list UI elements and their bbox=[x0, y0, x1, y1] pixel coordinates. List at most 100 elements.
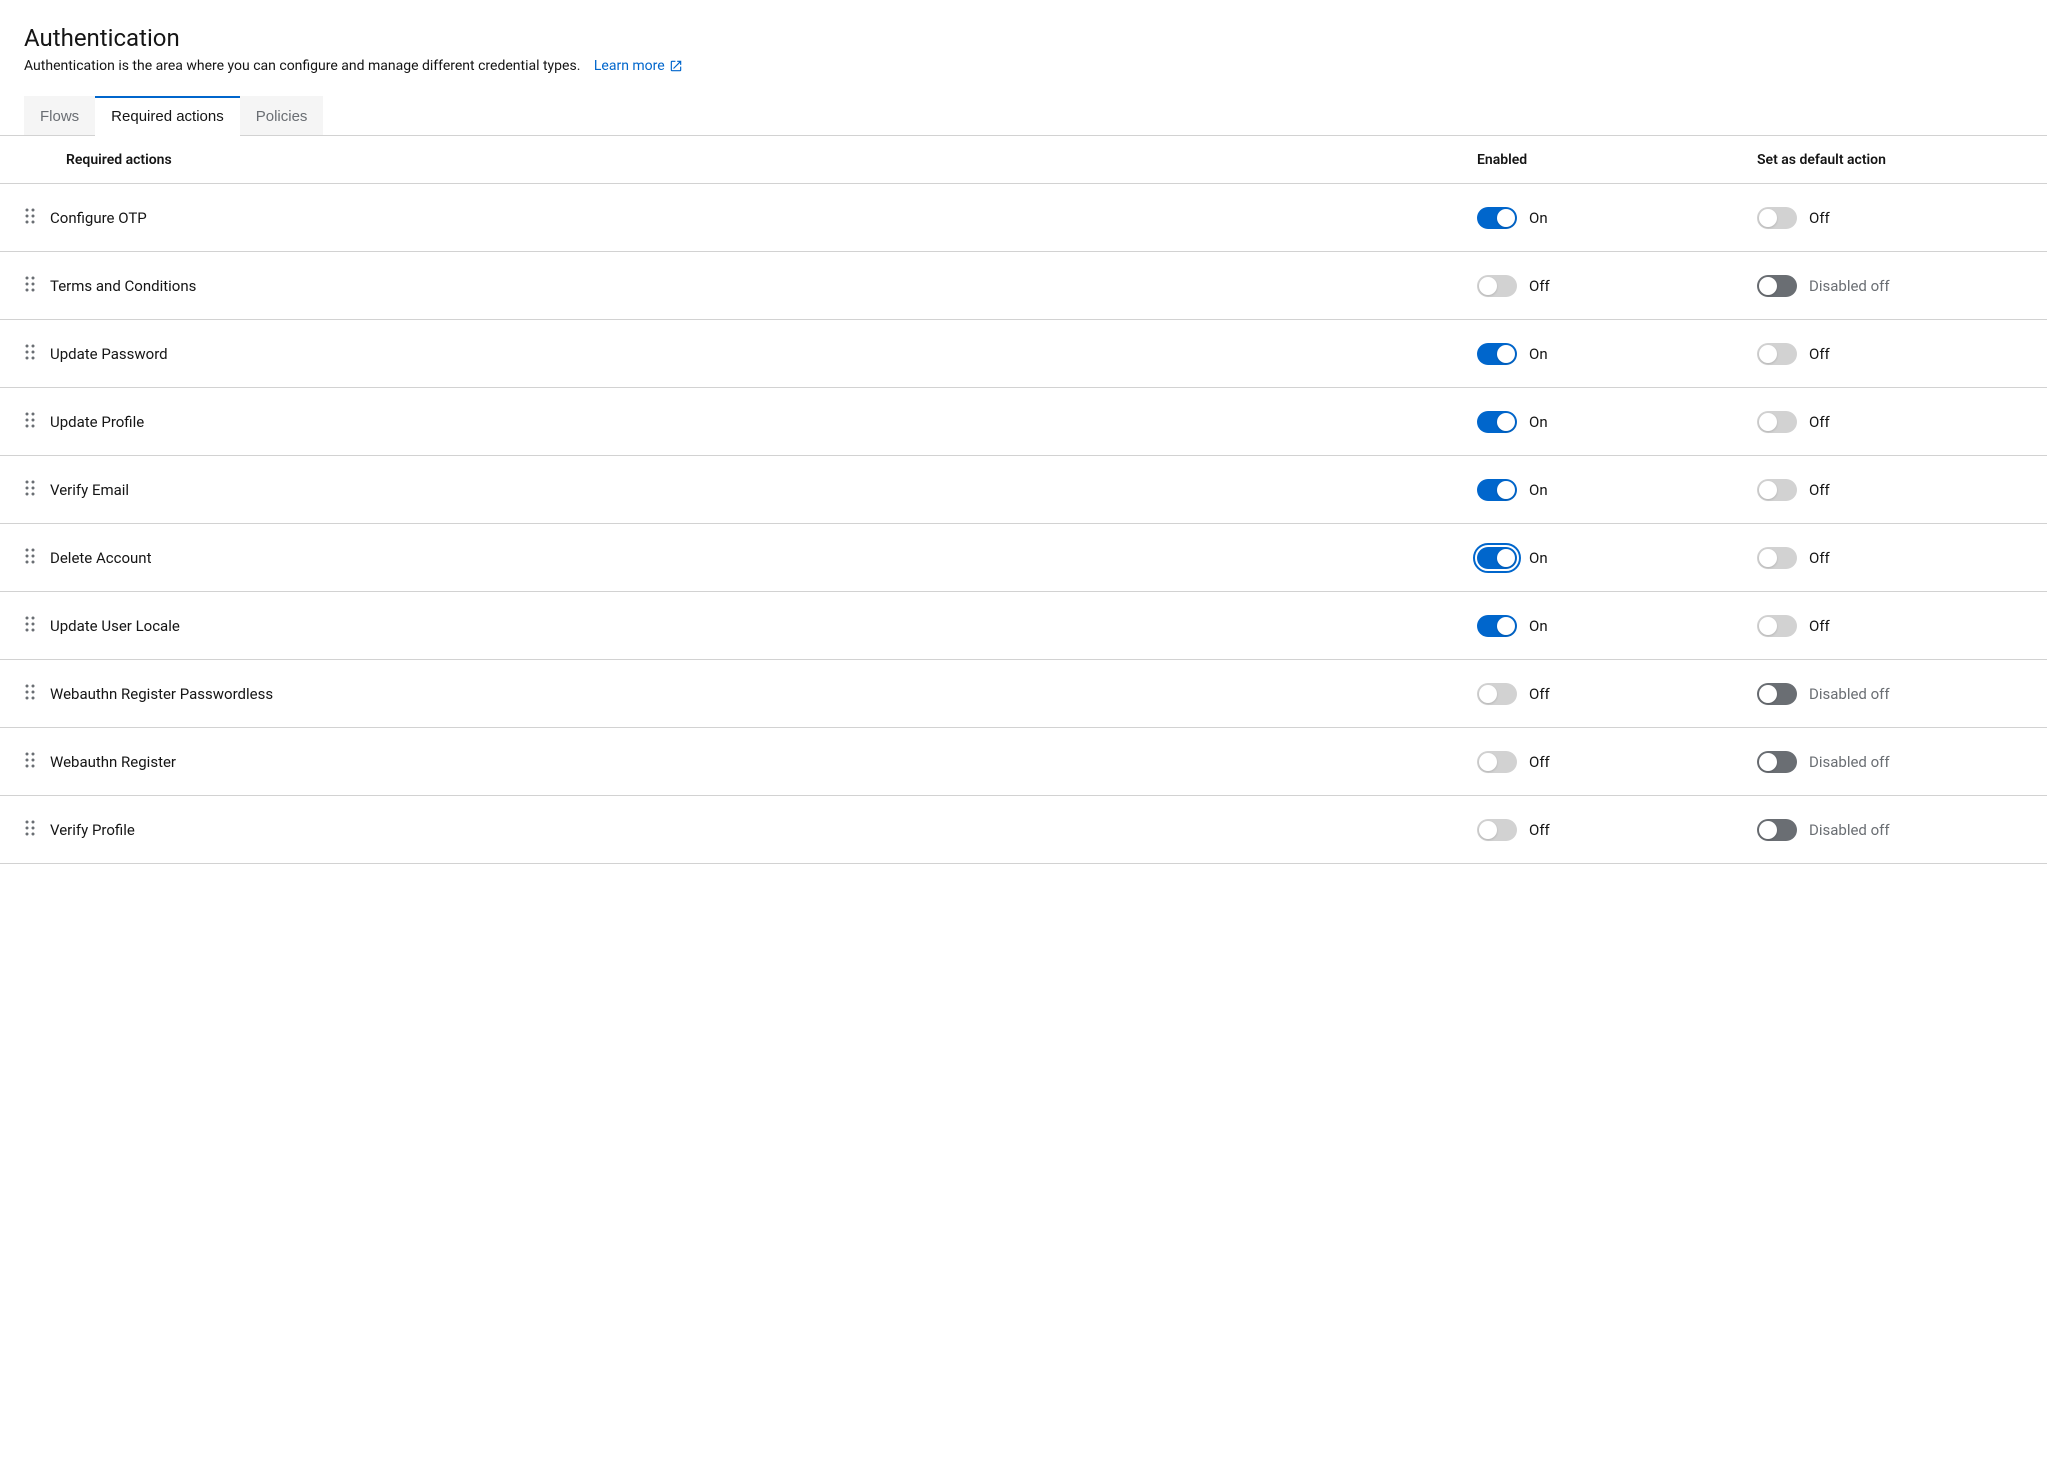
toggle-enabled[interactable] bbox=[1477, 751, 1517, 773]
switch-cell-default: Off bbox=[1757, 615, 2037, 637]
row-name: Delete Account bbox=[50, 549, 1477, 567]
switch-cell-default: Off bbox=[1757, 547, 2037, 569]
switch-cell-enabled: On bbox=[1477, 615, 1757, 637]
drag-handle-icon[interactable] bbox=[0, 548, 50, 568]
toggle-label-enabled: On bbox=[1529, 481, 1548, 499]
toggle-default[interactable] bbox=[1757, 683, 1797, 705]
table-row: Delete Account On Off bbox=[0, 524, 2047, 592]
tab-required-actions[interactable]: Required actions bbox=[95, 96, 240, 135]
row-name: Verify Profile bbox=[50, 821, 1477, 839]
toggle-knob bbox=[1497, 481, 1515, 499]
switch-cell-default: Off bbox=[1757, 479, 2037, 501]
row-name: Update Password bbox=[50, 345, 1477, 363]
row-name: Configure OTP bbox=[50, 209, 1477, 227]
toggle-label-enabled: Off bbox=[1529, 685, 1550, 703]
toggle-label-default: Off bbox=[1809, 481, 1830, 499]
switch-cell-default: Disabled off bbox=[1757, 275, 2037, 297]
switch-cell-enabled: Off bbox=[1477, 275, 1757, 297]
external-link-icon bbox=[669, 59, 683, 73]
toggle-label-enabled: On bbox=[1529, 549, 1548, 567]
toggle-label-enabled: Off bbox=[1529, 753, 1550, 771]
toggle-default[interactable] bbox=[1757, 751, 1797, 773]
drag-handle-icon[interactable] bbox=[0, 412, 50, 432]
toggle-knob bbox=[1759, 209, 1777, 227]
drag-handle-icon[interactable] bbox=[0, 276, 50, 296]
page-title: Authentication bbox=[24, 24, 2023, 52]
toggle-default[interactable] bbox=[1757, 207, 1797, 229]
toggle-default[interactable] bbox=[1757, 275, 1797, 297]
drag-handle-icon[interactable] bbox=[0, 684, 50, 704]
drag-handle-icon[interactable] bbox=[0, 208, 50, 228]
column-header-default: Set as default action bbox=[1757, 152, 2037, 168]
toggle-enabled[interactable] bbox=[1477, 207, 1517, 229]
toggle-enabled[interactable] bbox=[1477, 411, 1517, 433]
toggle-default[interactable] bbox=[1757, 479, 1797, 501]
drag-handle-icon[interactable] bbox=[0, 344, 50, 364]
toggle-default[interactable] bbox=[1757, 411, 1797, 433]
toggle-enabled[interactable] bbox=[1477, 479, 1517, 501]
toggle-knob bbox=[1759, 481, 1777, 499]
toggle-enabled[interactable] bbox=[1477, 683, 1517, 705]
toggle-label-default: Disabled off bbox=[1809, 277, 1890, 295]
toggle-default[interactable] bbox=[1757, 547, 1797, 569]
toggle-knob bbox=[1759, 617, 1777, 635]
switch-cell-enabled: On bbox=[1477, 343, 1757, 365]
table-row: Verify Email On Off bbox=[0, 456, 2047, 524]
toggle-label-default: Disabled off bbox=[1809, 685, 1890, 703]
toggle-label-default: Off bbox=[1809, 209, 1830, 227]
switch-cell-default: Off bbox=[1757, 343, 2037, 365]
tab-flows[interactable]: Flows bbox=[24, 96, 95, 135]
row-name: Verify Email bbox=[50, 481, 1477, 499]
drag-handle-icon[interactable] bbox=[0, 480, 50, 500]
row-name: Update Profile bbox=[50, 413, 1477, 431]
toggle-enabled[interactable] bbox=[1477, 819, 1517, 841]
toggle-default[interactable] bbox=[1757, 615, 1797, 637]
toggle-label-default: Off bbox=[1809, 345, 1830, 363]
table-row: Update ProfileOn Off bbox=[0, 388, 2047, 456]
toggle-knob bbox=[1479, 277, 1497, 295]
table-header: Required actions Enabled Set as default … bbox=[0, 136, 2047, 184]
toggle-label-enabled: Off bbox=[1529, 821, 1550, 839]
toggle-knob bbox=[1759, 821, 1777, 839]
toggle-knob bbox=[1759, 549, 1777, 567]
column-header-enabled: Enabled bbox=[1477, 152, 1757, 168]
column-header-name: Required actions bbox=[0, 152, 1477, 168]
toggle-knob bbox=[1479, 821, 1497, 839]
switch-cell-enabled: Off bbox=[1477, 819, 1757, 841]
switch-cell-default: Disabled off bbox=[1757, 819, 2037, 841]
toggle-enabled[interactable] bbox=[1477, 275, 1517, 297]
toggle-enabled[interactable] bbox=[1477, 615, 1517, 637]
drag-handle-icon[interactable] bbox=[0, 752, 50, 772]
learn-more-link[interactable]: Learn more bbox=[594, 58, 683, 74]
learn-more-label: Learn more bbox=[594, 58, 665, 74]
toggle-enabled[interactable] bbox=[1477, 343, 1517, 365]
toggle-enabled[interactable] bbox=[1477, 547, 1517, 569]
table-row: Terms and Conditions Off Disabled off bbox=[0, 252, 2047, 320]
toggle-label-enabled: Off bbox=[1529, 277, 1550, 295]
switch-cell-default: Off bbox=[1757, 411, 2037, 433]
page-description-text: Authentication is the area where you can… bbox=[24, 58, 580, 74]
table-row: Webauthn Register Passwordless Off Disable… bbox=[0, 660, 2047, 728]
toggle-label-default: Off bbox=[1809, 617, 1830, 635]
toggle-knob bbox=[1759, 345, 1777, 363]
row-name: Terms and Conditions bbox=[50, 277, 1477, 295]
tab-bar: FlowsRequired actionsPolicies bbox=[0, 96, 2047, 136]
toggle-default[interactable] bbox=[1757, 819, 1797, 841]
switch-cell-enabled: Off bbox=[1477, 683, 1757, 705]
toggle-knob bbox=[1497, 209, 1515, 227]
toggle-default[interactable] bbox=[1757, 343, 1797, 365]
table-row: Update User LocaleOnOff bbox=[0, 592, 2047, 660]
tab-policies[interactable]: Policies bbox=[240, 96, 324, 135]
toggle-knob bbox=[1497, 617, 1515, 635]
row-name: Webauthn Register Passwordless bbox=[50, 685, 1477, 703]
toggle-label-default: Off bbox=[1809, 413, 1830, 431]
drag-handle-icon[interactable] bbox=[0, 616, 50, 636]
switch-cell-enabled: On bbox=[1477, 207, 1757, 229]
switch-cell-enabled: On bbox=[1477, 411, 1757, 433]
toggle-knob bbox=[1497, 345, 1515, 363]
toggle-label-enabled: On bbox=[1529, 345, 1548, 363]
page-description: Authentication is the area where you can… bbox=[24, 58, 2023, 74]
table-row: Verify Profile Off Disabled off bbox=[0, 796, 2047, 864]
drag-handle-icon[interactable] bbox=[0, 820, 50, 840]
switch-cell-enabled: Off bbox=[1477, 751, 1757, 773]
